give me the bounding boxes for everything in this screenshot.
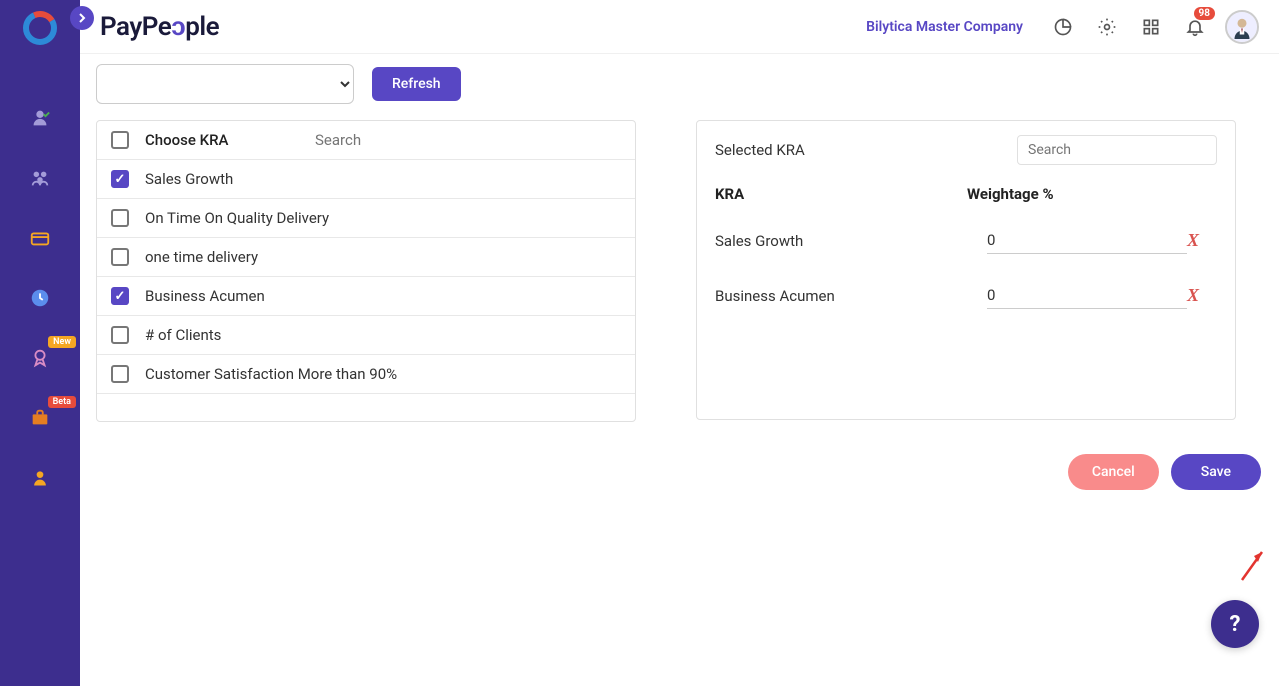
selected-kra-panel: Selected KRA KRA Weightage % Sales Growt… [696,120,1236,420]
kra-list-row[interactable]: Sales Growth [97,160,635,199]
selected-kra-title: Selected KRA [715,141,1017,159]
sidebar-toggle-icon[interactable] [70,6,94,30]
sidebar-item-profile[interactable] [12,450,68,506]
header: PayPeɔple Bilytica Master Company 98 [80,0,1279,54]
delete-icon[interactable]: X [1187,230,1199,250]
selected-row: Business Acumen X [697,268,1235,323]
selected-kra-name: Sales Growth [715,232,987,250]
kra-search-input[interactable] [315,131,621,149]
weightage-input[interactable] [987,282,1187,309]
kra-list-row[interactable]: Customer Satisfaction More than 90% [97,355,635,394]
selected-row: Sales Growth X [697,213,1235,268]
cancel-button[interactable]: Cancel [1068,454,1159,490]
badge-new: New [48,336,76,348]
kra-checkbox[interactable] [111,248,129,266]
sidebar-item-awards[interactable]: New [12,330,68,386]
kra-checkbox[interactable] [111,209,129,227]
kra-item-label: On Time On Quality Delivery [145,209,329,227]
badge-beta: Beta [48,396,76,408]
choose-kra-label: Choose KRA [145,131,315,149]
main-area: PayPeɔple Bilytica Master Company 98 Ref… [80,0,1279,686]
col-kra: KRA [715,185,967,203]
choose-kra-header: Choose KRA [97,121,635,160]
help-button[interactable]: ? [1211,600,1259,648]
selected-kra-name: Business Acumen [715,287,987,305]
refresh-button[interactable]: Refresh [372,67,461,101]
weightage-input[interactable] [987,227,1187,254]
sidebar-item-approvals[interactable] [12,90,68,146]
col-weightage: Weightage % [967,185,1187,203]
template-dropdown[interactable] [96,64,354,104]
kra-item-label: # of Clients [145,326,221,344]
kra-checkbox[interactable] [111,170,129,188]
kra-item-label: one time delivery [145,248,258,266]
select-all-checkbox[interactable] [111,131,129,149]
kra-list-row[interactable]: Business Acumen [97,277,635,316]
selected-columns: KRA Weightage % [697,175,1235,213]
kra-list-row[interactable]: one time delivery [97,238,635,277]
app-logo-icon [20,8,60,48]
analytics-icon[interactable] [1045,9,1081,45]
notification-count: 98 [1194,7,1215,20]
apps-icon[interactable] [1133,9,1169,45]
kra-list-row[interactable]: On Time On Quality Delivery [97,199,635,238]
kra-checkbox[interactable] [111,365,129,383]
kra-checkbox[interactable] [111,326,129,344]
brand-logo: PayPeɔple [100,11,219,42]
bell-icon[interactable]: 98 [1177,9,1213,45]
sidebar-item-jobs[interactable]: Beta [12,390,68,446]
sidebar-item-team[interactable] [12,150,68,206]
selected-kra-header: Selected KRA [697,121,1235,175]
save-button[interactable]: Save [1171,454,1261,490]
kra-item-label: Business Acumen [145,287,265,305]
kra-item-label: Sales Growth [145,170,233,188]
company-name[interactable]: Bilytica Master Company [866,19,1023,35]
delete-icon[interactable]: X [1187,285,1199,305]
form-actions: Cancel Save [96,454,1263,490]
avatar[interactable] [1225,10,1259,44]
content: Refresh Choose KRA Sales Growth On Time O… [80,54,1279,686]
kra-list-row[interactable]: # of Clients [97,316,635,355]
sidebar: New Beta [0,0,80,686]
kra-item-label: Customer Satisfaction More than 90% [145,365,397,383]
annotation-arrow-icon [1238,546,1268,582]
sidebar-item-time[interactable] [12,270,68,326]
gear-icon[interactable] [1089,9,1125,45]
toolbar: Refresh [96,54,1263,120]
selected-search-input[interactable] [1017,135,1217,165]
sidebar-item-payments[interactable] [12,210,68,266]
kra-checkbox[interactable] [111,287,129,305]
choose-kra-panel: Choose KRA Sales Growth On Time On Qualit… [96,120,636,422]
